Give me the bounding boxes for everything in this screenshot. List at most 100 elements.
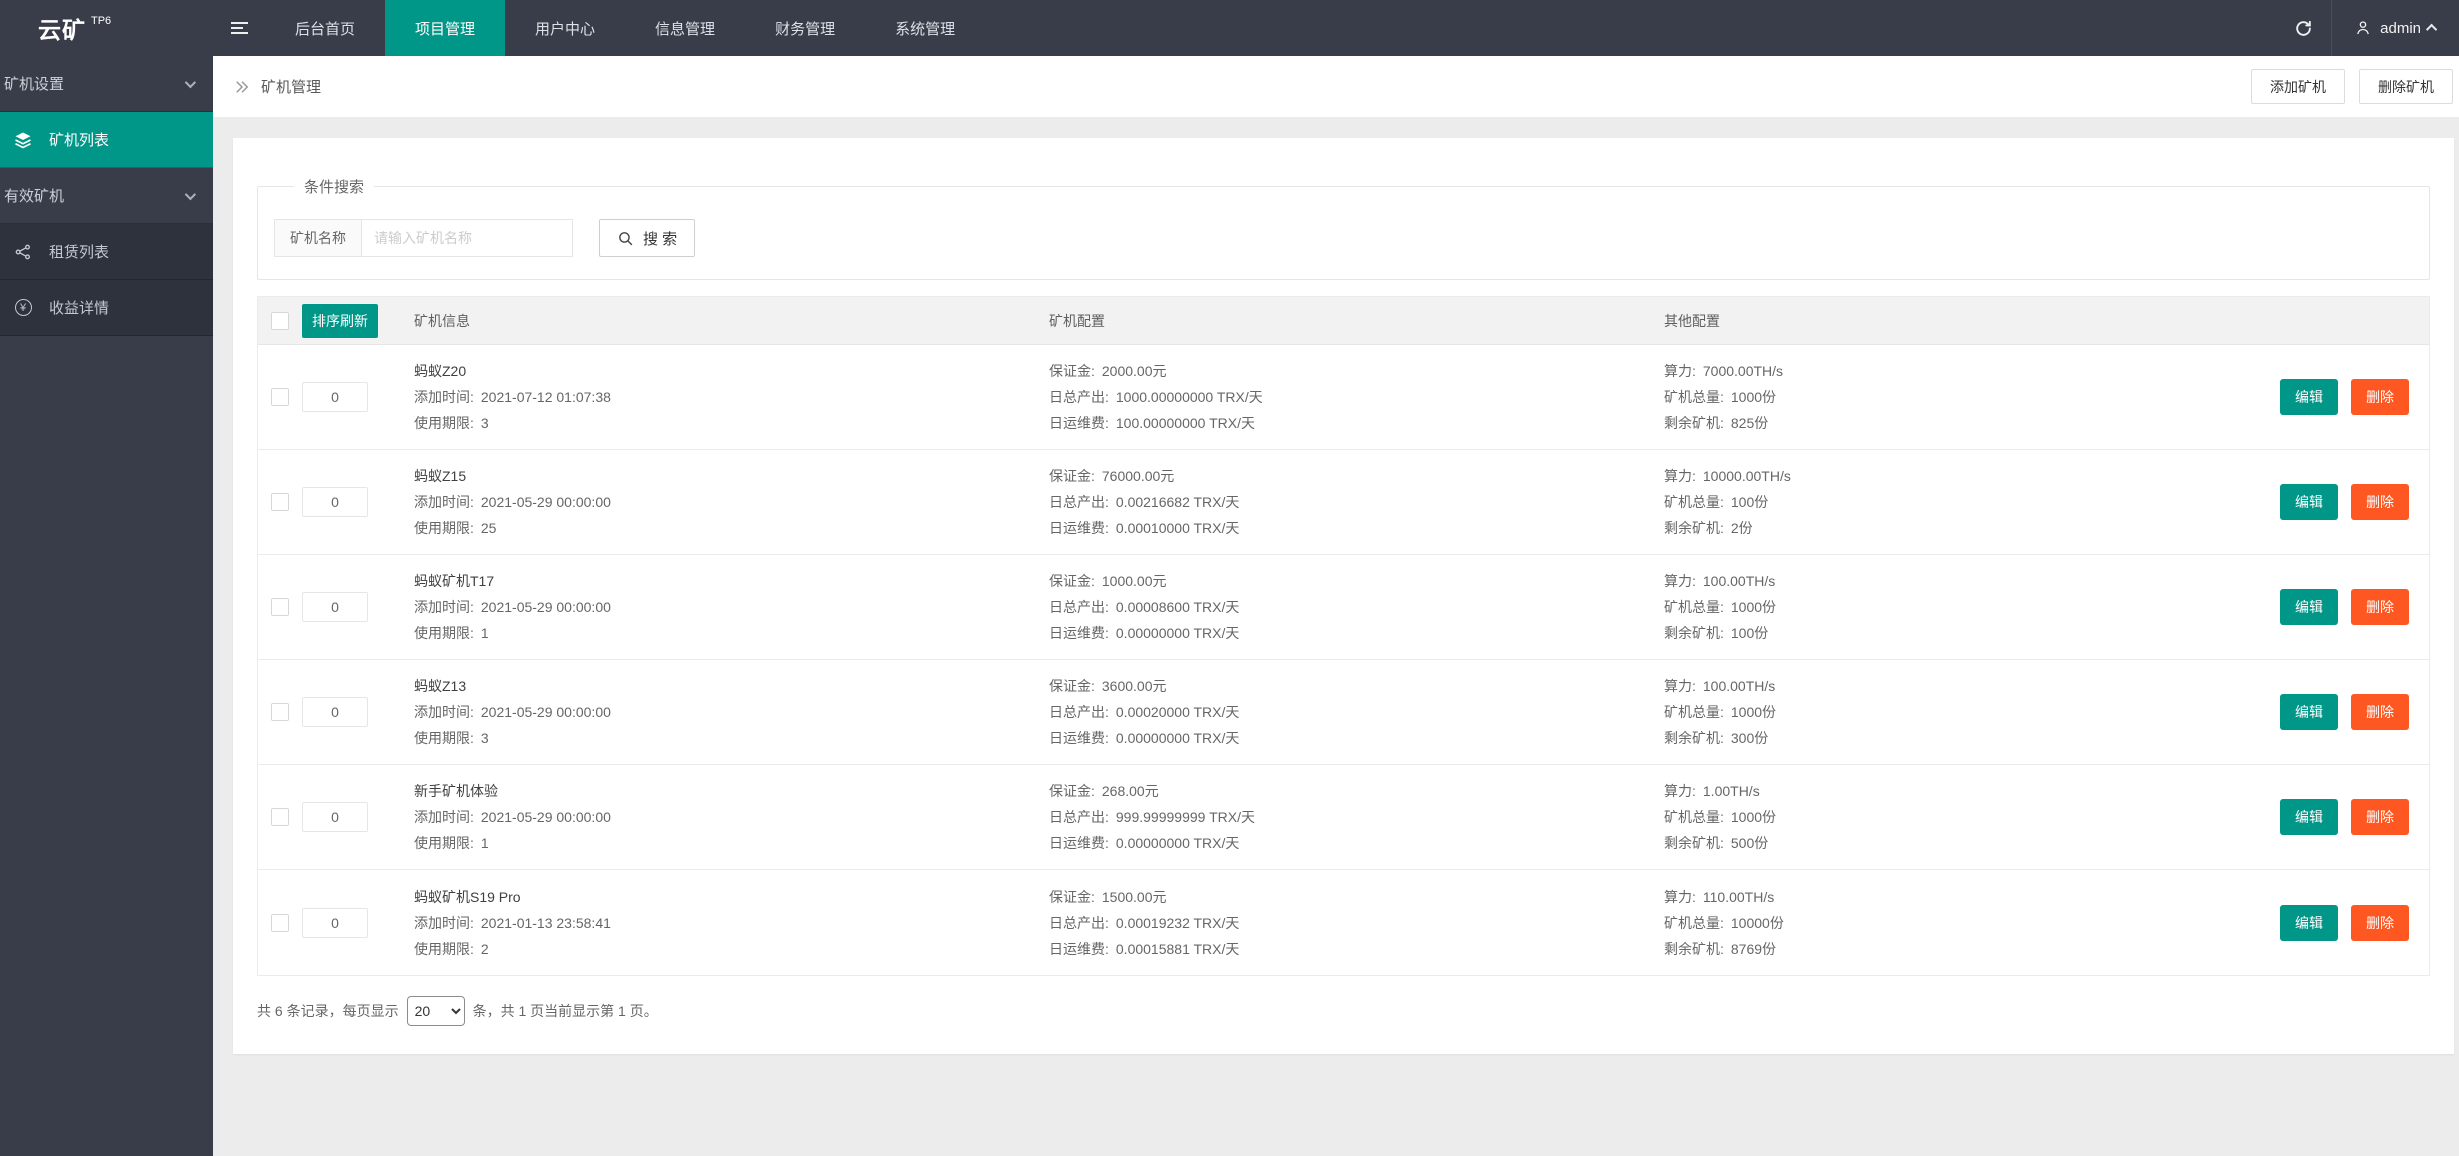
output-label: 日总产出:	[1049, 701, 1109, 723]
edit-button[interactable]: 编辑	[2280, 589, 2338, 625]
nav-tab-info[interactable]: 信息管理	[625, 0, 745, 56]
remain-value: 825份	[1731, 412, 1768, 434]
pagination-suffix: 条，共 1 页当前显示第 1 页。	[473, 1001, 658, 1021]
row-checkbox[interactable]	[271, 914, 289, 932]
term-value: 1	[481, 622, 489, 644]
remain-value: 500份	[1731, 832, 1768, 854]
nav-tab-finance[interactable]: 财务管理	[745, 0, 865, 56]
delete-button[interactable]: 删除	[2351, 484, 2409, 520]
opex-label: 日运维费:	[1049, 412, 1109, 434]
added-time-label: 添加时间:	[414, 806, 474, 828]
sidebar-item-miner-list[interactable]: 矿机列表	[0, 112, 213, 168]
power-value: 1.00TH/s	[1703, 780, 1760, 802]
remain-label: 剩余矿机:	[1664, 517, 1724, 539]
breadcrumb-bar: 矿机管理 添加矿机 删除矿机	[213, 56, 2459, 118]
sidebar-group-active-miners[interactable]: 有效矿机	[0, 168, 213, 224]
edit-button[interactable]: 编辑	[2280, 379, 2338, 415]
sort-order-input[interactable]	[302, 487, 368, 517]
sidebar-item-profit-detail[interactable]: ¥ 收益详情	[0, 280, 213, 336]
search-panel: 条件搜索 矿机名称 搜 索	[257, 176, 2430, 280]
table-row: 新手矿机体验 添加时间:2021-05-29 00:00:00 使用期限:1 保…	[258, 765, 2429, 870]
output-label: 日总产出:	[1049, 912, 1109, 934]
total-label: 矿机总量:	[1664, 912, 1724, 934]
opex-value: 0.00000000 TRX/天	[1116, 727, 1240, 749]
user-menu[interactable]: admin	[2332, 0, 2459, 56]
row-checkbox[interactable]	[271, 388, 289, 406]
topbar: 云矿 TP6 后台首页 项目管理 用户中心 信息管理 财务管理 系统管理 adm…	[0, 0, 2459, 56]
miner-name-input[interactable]	[361, 219, 573, 257]
nav-tab-projects[interactable]: 项目管理	[385, 0, 505, 56]
nav-tab-users[interactable]: 用户中心	[505, 0, 625, 56]
table-header-row: 排序刷新 矿机信息 矿机配置 其他配置	[258, 297, 2429, 345]
delete-button[interactable]: 删除	[2351, 799, 2409, 835]
added-time-value: 2021-07-12 01:07:38	[481, 386, 611, 408]
sidebar-item-label: 矿机列表	[49, 129, 109, 150]
sort-order-input[interactable]	[302, 382, 368, 412]
sidebar-item-lease-list[interactable]: 租赁列表	[0, 224, 213, 280]
sort-refresh-button[interactable]: 排序刷新	[302, 304, 378, 338]
remain-value: 100份	[1731, 622, 1768, 644]
opex-label: 日运维费:	[1049, 938, 1109, 960]
added-time-label: 添加时间:	[414, 386, 474, 408]
output-label: 日总产出:	[1049, 806, 1109, 828]
sidebar-group-miner-settings[interactable]: 矿机设置	[0, 56, 213, 112]
layers-icon	[10, 130, 36, 150]
page-title: 矿机管理	[261, 76, 321, 97]
nav-tab-home[interactable]: 后台首页	[265, 0, 385, 56]
edit-button[interactable]: 编辑	[2280, 799, 2338, 835]
logo-version: TP6	[91, 15, 111, 27]
delete-button[interactable]: 删除	[2351, 379, 2409, 415]
output-value: 0.00008600 TRX/天	[1116, 596, 1240, 618]
add-miner-button[interactable]: 添加矿机	[2251, 69, 2345, 104]
delete-button[interactable]: 删除	[2351, 905, 2409, 941]
total-label: 矿机总量:	[1664, 596, 1724, 618]
miners-table: 排序刷新 矿机信息 矿机配置 其他配置 蚂蚁Z20 添加时间: 2021-07-1…	[257, 296, 2430, 976]
delete-button[interactable]: 删除	[2351, 694, 2409, 730]
edit-button[interactable]: 编辑	[2280, 694, 2338, 730]
deposit-value: 1000.00元	[1102, 570, 1167, 592]
sort-order-input[interactable]	[302, 908, 368, 938]
hamburger-icon	[231, 22, 248, 34]
sort-order-input[interactable]	[302, 802, 368, 832]
sort-order-input[interactable]	[302, 592, 368, 622]
nav-tab-system[interactable]: 系统管理	[865, 0, 985, 56]
term-label: 使用期限:	[414, 938, 474, 960]
page-size-select[interactable]: 20	[407, 996, 465, 1026]
row-checkbox[interactable]	[271, 703, 289, 721]
power-value: 7000.00TH/s	[1703, 360, 1783, 382]
double-chevron-icon	[233, 79, 251, 95]
added-time-value: 2021-05-29 00:00:00	[481, 491, 611, 513]
pagination-prefix: 共 6 条记录，每页显示	[257, 1001, 399, 1021]
row-checkbox[interactable]	[271, 493, 289, 511]
deposit-label: 保证金:	[1049, 886, 1095, 908]
search-button[interactable]: 搜 索	[599, 219, 695, 257]
row-checkbox[interactable]	[271, 808, 289, 826]
edit-button[interactable]: 编辑	[2280, 484, 2338, 520]
miner-name: 新手矿机体验	[414, 780, 1049, 802]
hamburger-menu-button[interactable]	[213, 0, 265, 56]
output-value: 999.99999999 TRX/天	[1116, 806, 1255, 828]
power-label: 算力:	[1664, 675, 1696, 697]
deposit-label: 保证金:	[1049, 570, 1095, 592]
remain-label: 剩余矿机:	[1664, 727, 1724, 749]
remain-label: 剩余矿机:	[1664, 832, 1724, 854]
delete-button[interactable]: 删除	[2351, 589, 2409, 625]
added-time-label: 添加时间:	[414, 701, 474, 723]
refresh-button[interactable]	[2275, 0, 2331, 56]
row-checkbox[interactable]	[271, 598, 289, 616]
opex-value: 0.00015881 TRX/天	[1116, 938, 1240, 960]
output-label: 日总产出:	[1049, 596, 1109, 618]
term-label: 使用期限:	[414, 622, 474, 644]
term-value: 3	[481, 412, 489, 434]
select-all-checkbox[interactable]	[271, 312, 289, 330]
miner-name: 蚂蚁Z20	[414, 360, 1049, 382]
edit-button[interactable]: 编辑	[2280, 905, 2338, 941]
logo-text: 云矿	[38, 11, 86, 45]
opex-value: 100.00000000 TRX/天	[1116, 412, 1255, 434]
delete-miner-button[interactable]: 删除矿机	[2359, 69, 2453, 104]
sort-order-input[interactable]	[302, 697, 368, 727]
sidebar-group-label: 有效矿机	[4, 185, 64, 206]
chevron-up-icon	[2426, 24, 2437, 35]
search-icon	[617, 230, 634, 247]
opex-value: 0.00000000 TRX/天	[1116, 622, 1240, 644]
